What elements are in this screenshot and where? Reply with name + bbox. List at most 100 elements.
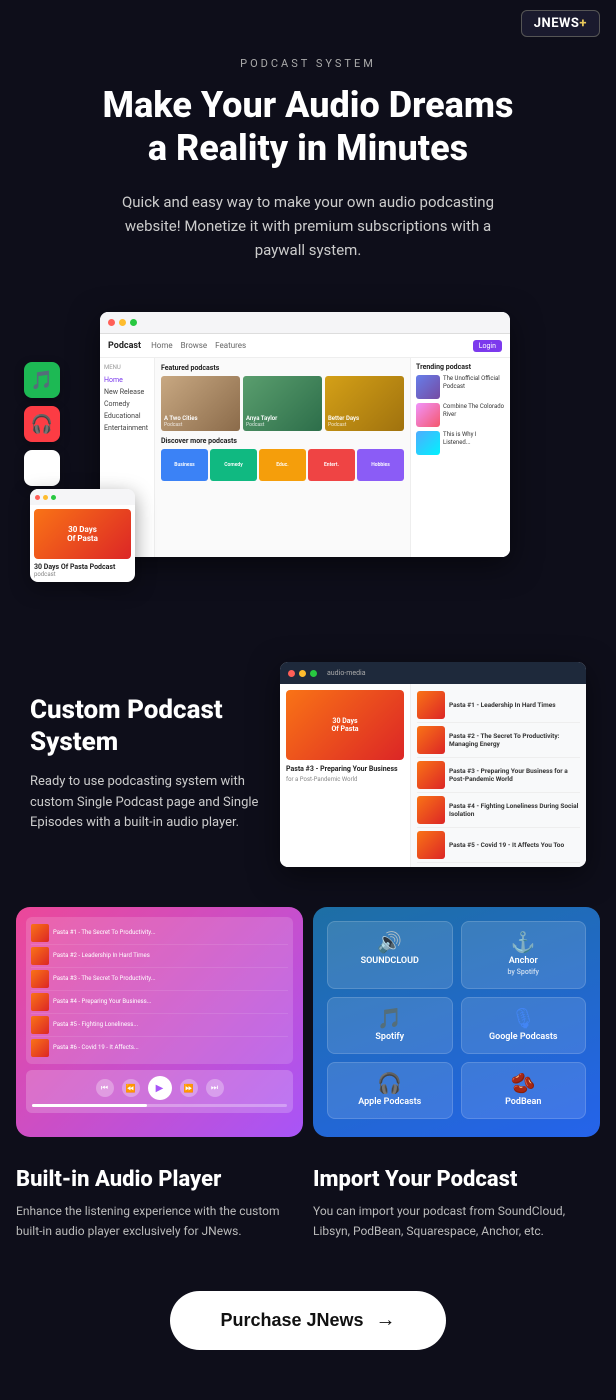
import-podcast-card: 🔊 SOUNDCLOUD ⚓ Anchorby Spotify 🎵 Spotif… <box>313 907 600 1137</box>
import-mockup: 🔊 SOUNDCLOUD ⚓ Anchorby Spotify 🎵 Spotif… <box>313 907 600 1132</box>
audio-feature-description: Enhance the listening experience with th… <box>16 1202 303 1240</box>
custom-podcast-browser: audio-media 30 DaysOf Pasta Pasta #3 - P… <box>280 662 586 867</box>
cp-episode-row-1: Pasta #1 - Leadership In Hard Times <box>417 688 580 723</box>
import-feature-description: You can import your podcast from SoundCl… <box>313 1202 600 1240</box>
float-card-pasta: 30 DaysOf Pasta 30 Days Of Pasta Podcast… <box>30 489 135 582</box>
trending-item-3: This is Why I Listened... <box>416 431 505 455</box>
import-platform-anchor: ⚓ Anchorby Spotify <box>461 921 587 989</box>
pasta-podcast-cover: 30 DaysOf Pasta <box>34 509 131 559</box>
category-row: Business Comedy Educ. Entert. Hobbies <box>161 449 404 481</box>
cat-educational: Educ. <box>259 449 306 481</box>
float-card-bar <box>30 489 135 505</box>
cp-nav: audio-media <box>280 662 586 684</box>
hero-title: Make Your Audio Dreams a Reality in Minu… <box>40 84 576 170</box>
cp-ep-thumb-4 <box>417 796 445 824</box>
audio-ep-thumb-4 <box>31 993 49 1011</box>
featured-label: Featured podcasts <box>161 364 404 372</box>
import-platform-soundcloud: 🔊 SOUNDCLOUD <box>327 921 453 989</box>
featured-card-1: A Two Cities Podcast <box>161 376 240 431</box>
browser-content: Podcast Home Browse Features Login MENU … <box>100 334 510 557</box>
play-button[interactable]: ▶ <box>148 1076 172 1100</box>
sidebar-item-home[interactable]: Home <box>104 374 150 386</box>
podbean-icon: 🫘 <box>511 1073 536 1093</box>
cp-ep-thumb-5 <box>417 831 445 859</box>
jnews-logo-badge: JNEWS+ <box>521 10 600 37</box>
import-platforms-grid: 🔊 SOUNDCLOUD ⚓ Anchorby Spotify 🎵 Spotif… <box>327 921 586 1118</box>
sidebar-item-comedy[interactable]: Comedy <box>104 398 150 410</box>
feature-texts: Built-in Audio Player Enhance the listen… <box>0 1167 616 1260</box>
sidebar-item-educational[interactable]: Educational <box>104 410 150 422</box>
jnews-plus: + <box>579 16 587 31</box>
rewind-button[interactable]: ⏪ <box>122 1079 140 1097</box>
custom-section-preview: audio-media 30 DaysOf Pasta Pasta #3 - P… <box>280 662 586 867</box>
podcast-app-preview: 🎵 🎧 🎙 Podcast Home Browse Features Login <box>0 312 616 592</box>
sidebar-item-entertainment[interactable]: Entertainment <box>104 422 150 434</box>
audio-ep-thumb-6 <box>31 1039 49 1057</box>
audio-mockup: Pasta #1 - The Secret To Productivity...… <box>16 907 303 1137</box>
prev-button[interactable]: ⏮ <box>96 1079 114 1097</box>
trending-item-2: Combine The Colorado River <box>416 403 505 427</box>
forward-button[interactable]: ⏩ <box>180 1079 198 1097</box>
audio-feature-text: Built-in Audio Player Enhance the listen… <box>16 1167 303 1240</box>
cp-left-panel: 30 DaysOf Pasta Pasta #3 - Preparing You… <box>280 684 410 867</box>
purchase-button[interactable]: Purchase JNews → <box>170 1291 445 1350</box>
platform-icons-group: 🎵 🎧 🎙 <box>24 362 60 486</box>
audio-episode-list: Pasta #1 - The Secret To Productivity...… <box>26 917 293 1064</box>
sidebar-item-new[interactable]: New Release <box>104 386 150 398</box>
podcast-logo: Podcast <box>108 341 141 351</box>
cp-body: 30 DaysOf Pasta Pasta #3 - Preparing You… <box>280 684 586 867</box>
main-browser-mockup: Podcast Home Browse Features Login MENU … <box>100 312 510 557</box>
soundcloud-icon: 🔊 <box>377 932 402 952</box>
next-button[interactable]: ⏭ <box>206 1079 224 1097</box>
spotify-import-icon: 🎵 <box>377 1008 402 1028</box>
soundcloud-label: SOUNDCLOUD <box>361 956 419 967</box>
float-card-inner: 30 DaysOf Pasta 30 Days Of Pasta Podcast… <box>30 505 135 582</box>
cp-episode-row-4: Pasta #4 - Fighting Loneliness During So… <box>417 793 580 828</box>
login-button[interactable]: Login <box>473 340 502 352</box>
hero-overline: PODCAST SYSTEM <box>40 57 576 70</box>
cp-ep-thumb-1 <box>417 691 445 719</box>
audio-ep-item-6: Pasta #6 - Covid 19 - It Affects... <box>31 1037 288 1059</box>
pasta-podcast-title: 30 Days Of Pasta Podcast <box>34 563 131 571</box>
audio-ep-thumb-3 <box>31 970 49 988</box>
cp-nav-text: audio-media <box>327 669 366 677</box>
google-podcasts-icon: 🎙 <box>511 1008 536 1028</box>
cat-business: Business <box>161 449 208 481</box>
audio-ep-item-3: Pasta #3 - The Secret To Productivity... <box>31 968 288 991</box>
trending-thumb-2 <box>416 403 440 427</box>
featured-card-3: Better Days Podcast <box>325 376 404 431</box>
cp-episode-list: Pasta #1 - Leadership In Hard Times Past… <box>411 684 586 867</box>
podbean-label: PodBean <box>505 1097 541 1108</box>
custom-section-description: Ready to use podcasting system with cust… <box>30 772 260 834</box>
progress-fill <box>32 1104 147 1107</box>
two-col-section: Pasta #1 - The Secret To Productivity...… <box>0 887 616 1167</box>
import-platform-google: 🎙 Google Podcasts <box>461 997 587 1054</box>
cp-ep-thumb-3 <box>417 761 445 789</box>
discover-label: Discover more podcasts <box>161 437 404 445</box>
podcast-main-content: Featured podcasts A Two Cities Podcast A… <box>155 358 410 557</box>
cta-section: Purchase JNews → <box>0 1261 616 1400</box>
featured-grid: A Two Cities Podcast Anya Taylor Podcast <box>161 376 404 431</box>
player-controls: ⏮ ⏪ ▶ ⏩ ⏭ <box>32 1076 287 1100</box>
hero-section: PODCAST SYSTEM Make Your Audio Dreams a … <box>0 47 616 292</box>
hero-description: Quick and easy way to make your own audi… <box>98 190 518 262</box>
apple-podcasts-label: Apple Podcasts <box>358 1097 421 1108</box>
trending-thumb-1 <box>416 375 440 399</box>
cta-arrow-icon: → <box>376 1309 396 1332</box>
audio-ep-thumb-1 <box>31 924 49 942</box>
import-platform-apple: 🎧 Apple Podcasts <box>327 1062 453 1119</box>
cat-comedy: Comedy <box>210 449 257 481</box>
audio-ep-item-5: Pasta #5 - Fighting Loneliness... <box>31 1014 288 1037</box>
top-bar: JNEWS+ <box>0 0 616 47</box>
audio-player-bar: ⏮ ⏪ ▶ ⏩ ⏭ <box>26 1070 293 1113</box>
import-platform-spotify: 🎵 Spotify <box>327 997 453 1054</box>
custom-podcast-section: Custom Podcast System Ready to use podca… <box>0 632 616 887</box>
cp-episode-row-2: Pasta #2 - The Secret To Productivity: M… <box>417 723 580 758</box>
progress-bar <box>32 1104 287 1107</box>
audio-ep-item-4: Pasta #4 - Preparing Your Business... <box>31 991 288 1014</box>
trending-thumb-3 <box>416 431 440 455</box>
cp-podcast-cover: 30 DaysOf Pasta <box>286 690 404 760</box>
google-podcasts-icon: 🎙 <box>24 450 60 486</box>
import-feature-text: Import Your Podcast You can import your … <box>313 1167 600 1240</box>
cp-episode-row-3: Pasta #3 - Preparing Your Business for a… <box>417 758 580 793</box>
